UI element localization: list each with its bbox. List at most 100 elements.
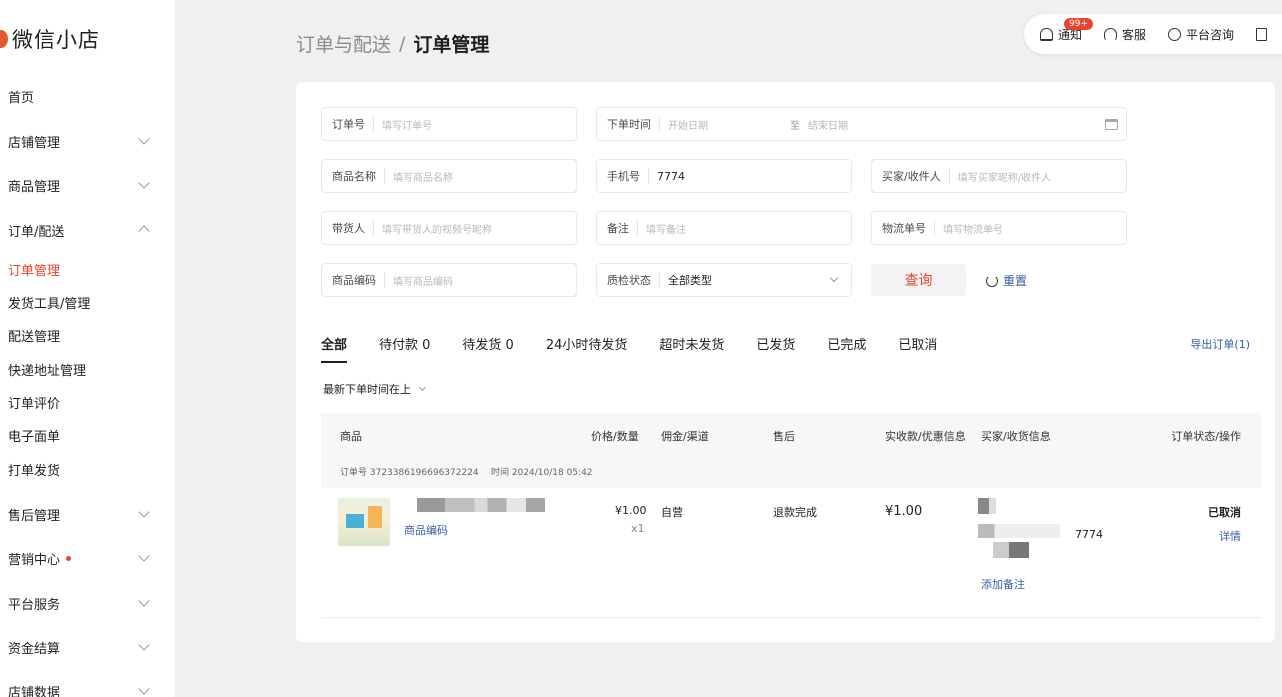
- col-commission: 佣金/渠道: [661, 430, 709, 443]
- start-date-input[interactable]: 开始日期: [668, 117, 790, 132]
- field-placeholder: 填写买家昵称/收件人: [957, 172, 1052, 184]
- sidebar-sub-e-waybill[interactable]: 电子面单: [8, 426, 60, 445]
- sidebar-item-settlement[interactable]: 资金结算: [8, 638, 150, 657]
- col-product: 商品: [340, 430, 362, 443]
- field-value: 7774: [657, 169, 685, 183]
- field-label: 手机号: [607, 168, 649, 184]
- field-label: 商品名称: [332, 168, 385, 184]
- tab-pending-shipment[interactable]: 待发货 0: [462, 334, 513, 363]
- add-note-link[interactable]: 添加备注: [981, 576, 1025, 592]
- detail-link[interactable]: 详情: [1219, 528, 1241, 544]
- product-title-redacted: [417, 498, 545, 512]
- sidebar-sub-order-management[interactable]: 订单管理: [8, 260, 60, 279]
- buyer-address-redacted: [978, 524, 1060, 538]
- sidebar-item-platform[interactable]: 平台服务: [8, 594, 150, 613]
- consult-label: 平台咨询: [1186, 27, 1235, 42]
- breadcrumb: 订单与配送 / 订单管理: [296, 30, 489, 57]
- tab-pending-payment[interactable]: 待付款 0: [379, 334, 430, 363]
- chevron-down-icon: [418, 383, 427, 392]
- tab-shipped[interactable]: 已发货: [756, 334, 795, 363]
- platform-consult-button[interactable]: 平台咨询: [1168, 26, 1234, 43]
- sidebar: 微信小店 首页 店铺管理 商品管理 订单/配送 订单管理 发货工具/管理 配送管…: [0, 0, 175, 697]
- order-status: 已取消: [1208, 506, 1241, 519]
- field-placeholder: 填写备注: [646, 224, 686, 236]
- order-no-field[interactable]: 订单号 填写订单号: [321, 107, 577, 141]
- sidebar-item-data[interactable]: 店铺数据: [8, 682, 150, 697]
- remark-field[interactable]: 备注 填写备注: [596, 211, 852, 245]
- field-placeholder: 填写物流单号: [943, 224, 1003, 236]
- tracking-no-field[interactable]: 物流单号 填写物流单号: [871, 211, 1127, 245]
- field-label: 质检状态: [607, 272, 660, 288]
- sidebar-sub-reviews[interactable]: 订单评价: [8, 393, 60, 412]
- order-number: 订单号 3723386196696372224: [340, 468, 479, 478]
- chevron-down-icon: [138, 177, 150, 189]
- field-label: 订单号: [332, 116, 374, 132]
- chevron-down-icon: [138, 550, 150, 562]
- wechat-shop-logo-icon: [0, 30, 8, 48]
- sidebar-item-home[interactable]: 首页: [8, 87, 148, 106]
- document-button[interactable]: [1256, 27, 1272, 41]
- sidebar-item-marketing[interactable]: 营销中心: [8, 549, 150, 568]
- breadcrumb-parent[interactable]: 订单与配送: [296, 30, 391, 57]
- customer-service-button[interactable]: 客服: [1104, 26, 1146, 43]
- field-label: 物流单号: [882, 220, 935, 236]
- sort-dropdown[interactable]: 最新下单时间在上: [323, 381, 427, 397]
- field-label: 带货人: [332, 220, 374, 236]
- sidebar-item-aftersale[interactable]: 售后管理: [8, 505, 150, 524]
- field-placeholder: 填写带货人的视频号昵称: [382, 224, 492, 236]
- sidebar-item-store[interactable]: 店铺管理: [8, 132, 150, 151]
- product-thumbnail[interactable]: [338, 498, 390, 546]
- chevron-up-icon: [138, 225, 150, 237]
- sidebar-item-products[interactable]: 商品管理: [8, 176, 150, 195]
- sidebar-item-label: 售后管理: [8, 509, 61, 524]
- page-title: 订单管理: [413, 34, 490, 56]
- tab-cancelled[interactable]: 已取消: [898, 334, 937, 363]
- sidebar-item-label: 营销中心: [8, 553, 61, 568]
- tab-all[interactable]: 全部: [321, 334, 348, 363]
- sort-label: 最新下单时间在上: [323, 383, 411, 396]
- end-date-input[interactable]: 结束日期: [808, 117, 848, 132]
- sidebar-sub-print-ship[interactable]: 打单发货: [8, 460, 60, 479]
- product-name-field[interactable]: 商品名称 填写商品名称: [321, 159, 577, 193]
- order-panel: 订单号 填写订单号 下单时间 开始日期 至 结束日期 商品名称 填写商品名称 手…: [296, 82, 1275, 642]
- notify-button[interactable]: 通知 99+: [1040, 17, 1093, 43]
- tab-24h-pending[interactable]: 24小时待发货: [546, 334, 628, 363]
- phone-field[interactable]: 手机号 7774: [596, 159, 852, 193]
- chevron-down-icon: [138, 683, 150, 695]
- sidebar-item-orders[interactable]: 订单/配送: [8, 221, 150, 240]
- promoter-field[interactable]: 带货人 填写带货人的视频号昵称: [321, 211, 577, 245]
- quantity: x1: [631, 522, 645, 535]
- field-value: 全部类型: [668, 274, 712, 287]
- sidebar-sub-delivery[interactable]: 配送管理: [8, 326, 60, 345]
- col-paid: 实收款/优惠信息: [885, 430, 966, 443]
- field-placeholder: 填写商品编码: [393, 276, 453, 288]
- brand-logo[interactable]: 微信小店: [0, 24, 100, 54]
- chevron-down-icon: [138, 506, 150, 518]
- tab-completed[interactable]: 已完成: [827, 334, 866, 363]
- order-time-range-field[interactable]: 下单时间 开始日期 至 结束日期: [596, 107, 1127, 141]
- calendar-icon[interactable]: [1105, 119, 1118, 130]
- chevron-down-icon: [829, 273, 839, 283]
- chat-bubble-icon: [1168, 27, 1182, 41]
- sidebar-sub-shipping-tools[interactable]: 发货工具/管理: [8, 293, 90, 312]
- reset-label: 重置: [1003, 274, 1028, 288]
- bell-icon: [1040, 27, 1053, 41]
- order-meta-row: 订单号 3723386196696372224 时间 2024/10/18 05…: [321, 457, 1261, 488]
- sidebar-item-label: 平台服务: [8, 598, 61, 613]
- sidebar-sub-address[interactable]: 快递地址管理: [8, 360, 86, 379]
- buyer-info-redacted: [993, 542, 1029, 558]
- field-label: 商品编码: [332, 272, 385, 288]
- qc-status-select[interactable]: 质检状态 全部类型: [596, 263, 852, 297]
- product-code-field[interactable]: 商品编码 填写商品编码: [321, 263, 577, 297]
- query-button[interactable]: 查询: [871, 264, 966, 296]
- reset-button[interactable]: 重置: [986, 272, 1027, 289]
- export-orders-link[interactable]: 导出订单(1): [1190, 336, 1250, 352]
- range-separator: 至: [790, 120, 800, 132]
- field-placeholder: 填写商品名称: [393, 172, 453, 184]
- chevron-down-icon: [138, 639, 150, 651]
- buyer-field[interactable]: 买家/收件人 填写买家昵称/收件人: [871, 159, 1127, 193]
- notification-dot: [66, 556, 72, 561]
- col-status: 订单状态/操作: [1171, 430, 1241, 443]
- tab-overdue[interactable]: 超时未发货: [659, 334, 724, 363]
- product-code-link[interactable]: 商品编码: [404, 522, 448, 538]
